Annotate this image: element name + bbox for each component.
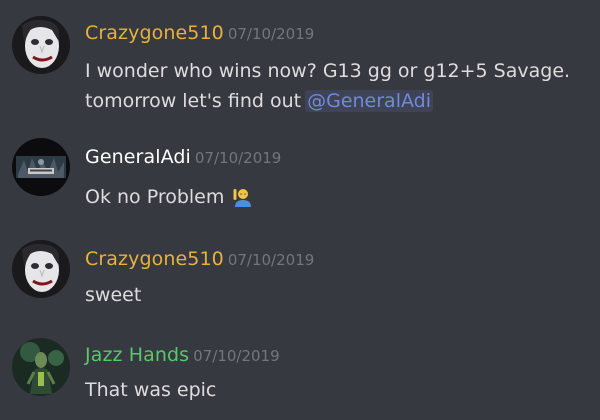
message-item[interactable]: Crazygone510 07/10/2019 sweet bbox=[0, 220, 600, 320]
joker-avatar-icon[interactable] bbox=[12, 240, 70, 298]
username[interactable]: Crazygone510 bbox=[85, 22, 224, 44]
message-text: That was epic bbox=[85, 379, 217, 401]
message-header: GeneralAdi 07/10/2019 bbox=[85, 146, 281, 168]
timestamp: 07/10/2019 bbox=[227, 251, 315, 269]
message-content: I wonder who wins now? G13 gg or g12+5 S… bbox=[85, 56, 570, 116]
message-text-line2: tomorrow let's find out @GeneralAdi bbox=[85, 86, 570, 116]
message-header: Jazz Hands 07/10/2019 bbox=[85, 344, 280, 366]
username[interactable]: Jazz Hands bbox=[85, 344, 189, 366]
username[interactable]: GeneralAdi bbox=[85, 146, 191, 168]
message-content: Ok no Problem bbox=[85, 182, 254, 212]
username[interactable]: Crazygone510 bbox=[85, 248, 224, 270]
message-content: That was epic bbox=[85, 375, 216, 405]
message-text: tomorrow let's find out bbox=[85, 90, 302, 112]
message-text: Ok no Problem bbox=[85, 186, 225, 208]
message-item[interactable]: GeneralAdi 07/10/2019 Ok no Problem bbox=[0, 120, 600, 220]
message-text: I wonder who wins now? G13 gg or g12+5 S… bbox=[85, 60, 571, 82]
message-header: Crazygone510 07/10/2019 bbox=[85, 22, 314, 44]
message-item[interactable]: Jazz Hands 07/10/2019 That was epic bbox=[0, 320, 600, 420]
message-text: sweet bbox=[85, 284, 142, 306]
timestamp: 07/10/2019 bbox=[193, 347, 280, 365]
timestamp: 07/10/2019 bbox=[227, 25, 315, 43]
timestamp: 07/10/2019 bbox=[194, 149, 282, 167]
person-raising-hand-icon bbox=[232, 185, 254, 207]
user-mention[interactable]: @GeneralAdi bbox=[305, 90, 433, 112]
message-header: Crazygone510 07/10/2019 bbox=[85, 248, 314, 270]
army-logo-avatar-icon[interactable] bbox=[12, 138, 70, 196]
message-content: sweet bbox=[85, 280, 141, 310]
green-figure-avatar-icon[interactable] bbox=[12, 338, 70, 396]
message-item[interactable]: Crazygone510 07/10/2019 I wonder who wins… bbox=[0, 0, 600, 120]
chat-messages: Crazygone510 07/10/2019 I wonder who wins… bbox=[0, 0, 600, 420]
joker-avatar-icon[interactable] bbox=[12, 16, 70, 74]
